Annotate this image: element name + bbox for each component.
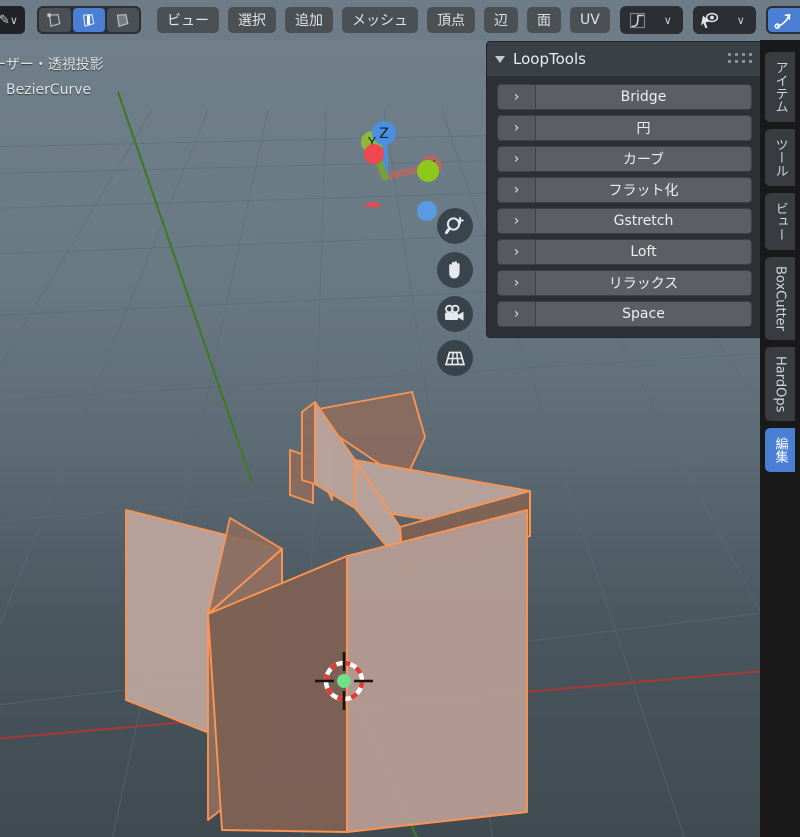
chevron-right-icon[interactable]: › bbox=[498, 271, 536, 295]
falloff-curve-icon bbox=[630, 12, 646, 28]
proportional-falloff-group: ∨ bbox=[619, 6, 683, 34]
looptools-label-relax[interactable]: リラックス bbox=[536, 271, 751, 295]
y-axis-line bbox=[117, 91, 253, 483]
viewport-view-label: ーザー・透視投影 bbox=[0, 57, 104, 73]
zoom-button[interactable] bbox=[437, 208, 473, 244]
zoom-icon bbox=[444, 216, 464, 235]
looptools-row-space[interactable]: › Space bbox=[497, 301, 752, 327]
gizmo-neg-z-ball bbox=[417, 201, 437, 221]
looptools-row-loft[interactable]: › Loft bbox=[497, 239, 752, 265]
looptools-row-relax[interactable]: › リラックス bbox=[497, 270, 752, 296]
viewport-header-toolbar: ✎ ∨ ビュー 選択 追加 メッシュ 頂点 辺 面 UV ∨ ∨ bbox=[0, 0, 800, 40]
sidebar-tab-view[interactable]: ビュー bbox=[765, 193, 795, 250]
menu-vertex[interactable]: 頂点 bbox=[426, 7, 475, 33]
looptools-row-flatten[interactable]: › フラット化 bbox=[497, 177, 752, 203]
sidebar-tab-hardops[interactable]: HardOps bbox=[765, 347, 795, 422]
camera-icon bbox=[445, 304, 464, 321]
chevron-down-icon: ∨ bbox=[9, 13, 18, 27]
looptools-panel-header[interactable]: LoopTools bbox=[487, 42, 762, 76]
menu-add[interactable]: 追加 bbox=[284, 7, 333, 33]
chevron-right-icon[interactable]: › bbox=[498, 302, 536, 326]
snap-options-button[interactable] bbox=[694, 8, 727, 32]
pan-hand-icon bbox=[449, 261, 460, 279]
edge-select-icon bbox=[83, 13, 95, 27]
drag-grip-icon[interactable] bbox=[728, 53, 753, 64]
triangle-down-icon[interactable] bbox=[495, 55, 505, 63]
vertex-select-mode-button[interactable] bbox=[38, 8, 71, 32]
chevron-right-icon[interactable]: › bbox=[498, 147, 536, 171]
camera-view-button[interactable] bbox=[437, 296, 473, 332]
viewport-nav-buttons bbox=[437, 208, 473, 376]
pan-button[interactable] bbox=[437, 252, 473, 288]
proportional-editing-group: ∨ bbox=[765, 6, 800, 34]
looptools-label-curve[interactable]: カーブ bbox=[536, 147, 751, 171]
looptools-panel: LoopTools › Bridge › 円 › カーブ › フラット化 › G… bbox=[486, 41, 763, 338]
orthographic-toggle-button[interactable] bbox=[437, 340, 473, 376]
looptools-label-bridge[interactable]: Bridge bbox=[536, 85, 751, 109]
proportional-falloff-button[interactable] bbox=[621, 8, 654, 32]
ortho-grid-icon bbox=[444, 351, 466, 366]
chevron-right-icon[interactable]: › bbox=[498, 85, 536, 109]
mesh-select-mode-group bbox=[36, 6, 141, 34]
looptools-label-gstretch[interactable]: Gstretch bbox=[536, 209, 751, 233]
looptools-row-circle[interactable]: › 円 bbox=[497, 115, 752, 141]
edge-select-mode-button[interactable] bbox=[72, 8, 105, 32]
proportional-edit-icon bbox=[774, 13, 791, 29]
gizmo-neg-x-ball bbox=[364, 144, 384, 164]
menu-edge[interactable]: 辺 bbox=[483, 7, 518, 33]
mesh-object-beziercurve bbox=[125, 391, 531, 833]
snap-options-group: ∨ bbox=[692, 6, 756, 34]
looptools-label-space[interactable]: Space bbox=[536, 302, 751, 326]
looptools-label-loft[interactable]: Loft bbox=[536, 240, 751, 264]
proportional-falloff-chevron-down-icon[interactable]: ∨ bbox=[654, 8, 681, 32]
sidebar-tab-boxcutter[interactable]: BoxCutter bbox=[765, 257, 795, 341]
face-select-mode-button[interactable] bbox=[106, 8, 139, 32]
sidebar-tab-tool[interactable]: ツール bbox=[765, 129, 795, 186]
looptools-panel-title: LoopTools bbox=[513, 50, 586, 68]
chevron-right-icon[interactable]: › bbox=[498, 178, 536, 202]
chevron-right-icon[interactable]: › bbox=[498, 209, 536, 233]
looptools-row-bridge[interactable]: › Bridge bbox=[497, 84, 752, 110]
snap-options-chevron-down-icon[interactable]: ∨ bbox=[727, 8, 754, 32]
looptools-row-gstretch[interactable]: › Gstretch bbox=[497, 208, 752, 234]
face-select-icon bbox=[117, 13, 129, 27]
sidebar-tab-edit[interactable]: 編集 bbox=[765, 428, 795, 473]
blender-window: ✎ ∨ ビュー 選択 追加 メッシュ 頂点 辺 面 UV ∨ ∨ ーザー・透視投… bbox=[0, 0, 800, 837]
gizmo-neg-y-ball bbox=[417, 160, 439, 182]
interaction-mode-dropdown[interactable]: ✎ ∨ bbox=[0, 6, 25, 34]
menu-uv[interactable]: UV bbox=[569, 7, 610, 33]
menu-face[interactable]: 面 bbox=[526, 7, 561, 33]
proportional-editing-button[interactable] bbox=[767, 8, 800, 32]
looptools-label-circle[interactable]: 円 bbox=[536, 116, 751, 140]
edit-mode-icon: ✎ bbox=[0, 12, 10, 28]
menu-select[interactable]: 選択 bbox=[227, 7, 276, 33]
looptools-row-curve[interactable]: › カーブ bbox=[497, 146, 752, 172]
sidebar-tab-strip: アイテム ツール ビュー BoxCutter HardOps 編集 bbox=[760, 40, 800, 837]
looptools-label-flatten[interactable]: フラット化 bbox=[536, 178, 751, 202]
magnet-eye-icon bbox=[701, 12, 719, 28]
chevron-right-icon[interactable]: › bbox=[498, 240, 536, 264]
menu-view[interactable]: ビュー bbox=[156, 7, 219, 33]
vertex-select-icon bbox=[47, 12, 61, 27]
menu-mesh[interactable]: メッシュ bbox=[341, 7, 418, 33]
looptools-panel-body: › Bridge › 円 › カーブ › フラット化 › Gstretch › … bbox=[487, 76, 762, 337]
viewport-object-name: BezierCurve bbox=[6, 82, 92, 98]
chevron-right-icon[interactable]: › bbox=[498, 116, 536, 140]
sidebar-tab-item[interactable]: アイテム bbox=[765, 52, 795, 122]
